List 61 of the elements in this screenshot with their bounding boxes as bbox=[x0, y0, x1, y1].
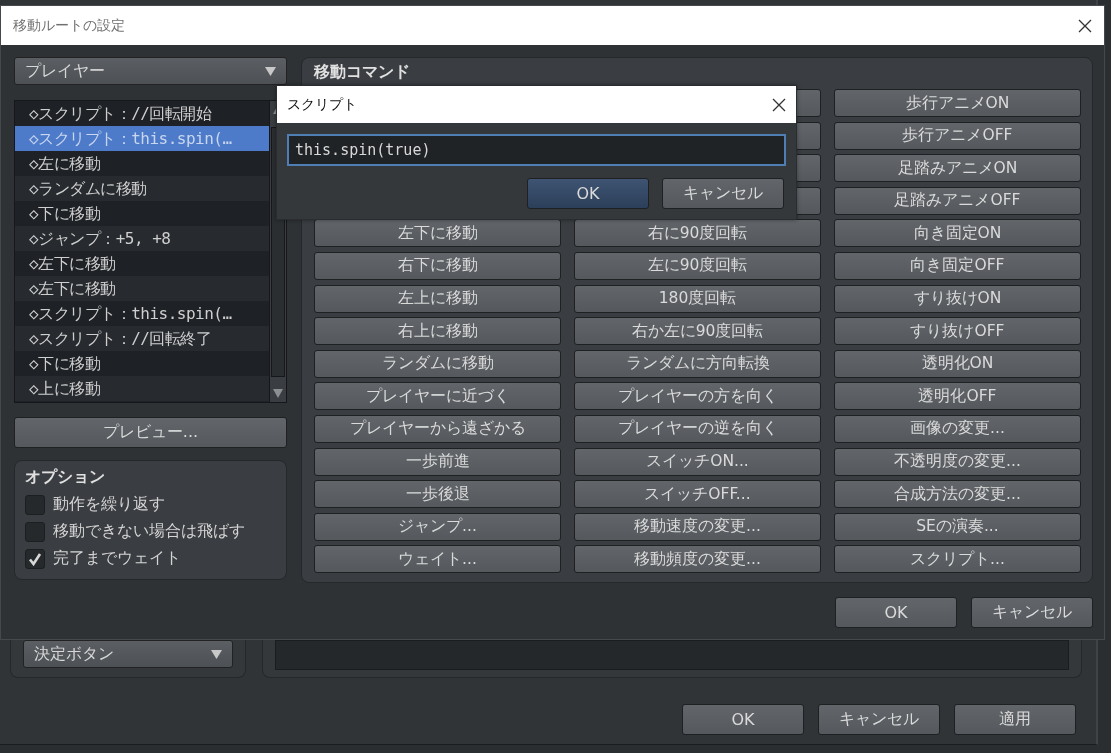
command-button[interactable]: 向き固定OFF bbox=[834, 251, 1081, 280]
window-title: スクリプト bbox=[287, 95, 357, 114]
command-button[interactable]: すり抜けON bbox=[834, 284, 1081, 313]
panel-title: オプション bbox=[25, 467, 106, 488]
command-button[interactable]: スイッチON... bbox=[574, 447, 821, 476]
checkbox-label: 完了までウェイト bbox=[53, 548, 181, 569]
script-input-field[interactable]: this.spin(true) bbox=[287, 134, 786, 166]
command-button[interactable]: スイッチOFF... bbox=[574, 480, 821, 509]
command-button[interactable]: 合成方法の変更... bbox=[834, 480, 1081, 509]
command-button[interactable]: 一歩前進 bbox=[314, 447, 561, 476]
checkbox-label: 動作を繰り返す bbox=[53, 494, 165, 515]
command-button[interactable]: 右に90度回転 bbox=[574, 219, 821, 248]
window-title: 移動ルートの設定 bbox=[13, 16, 125, 35]
dialog-button[interactable]: OK bbox=[527, 178, 649, 209]
command-button[interactable]: 左上に移動 bbox=[314, 284, 561, 313]
command-button[interactable]: 向き固定ON bbox=[834, 219, 1081, 248]
command-button[interactable]: プレイヤーから遠ざかる bbox=[314, 414, 561, 443]
command-button[interactable]: 移動速度の変更... bbox=[574, 512, 821, 541]
dialog-button[interactable]: キャンセル bbox=[662, 178, 784, 209]
command-button[interactable]: 画像の変更... bbox=[834, 414, 1081, 443]
command-button[interactable]: 左下に移動 bbox=[314, 219, 561, 248]
command-button[interactable]: 右か左に90度回転 bbox=[574, 317, 821, 346]
dialog-button[interactable]: OK bbox=[682, 704, 804, 735]
list-item[interactable]: ◇ランダムに移動 bbox=[15, 176, 269, 201]
command-button[interactable]: ランダムに方向転換 bbox=[574, 349, 821, 378]
command-button[interactable]: 左に90度回転 bbox=[574, 251, 821, 280]
command-button[interactable]: 歩行アニメON bbox=[834, 89, 1081, 117]
dialog-button[interactable]: キャンセル bbox=[818, 704, 940, 735]
command-button[interactable]: すり抜けOFF bbox=[834, 317, 1081, 346]
list-item[interactable]: ◇ジャンプ：+5, +8 bbox=[15, 226, 269, 251]
preview-button[interactable]: プレビュー... bbox=[14, 417, 287, 448]
trigger-dropdown[interactable]: 決定ボタン bbox=[23, 640, 233, 668]
command-button[interactable]: ジャンプ... bbox=[314, 512, 561, 541]
command-button[interactable]: プレイヤーに近づく bbox=[314, 382, 561, 411]
command-button[interactable]: 右上に移動 bbox=[314, 317, 561, 346]
command-button[interactable]: 歩行アニメOFF bbox=[834, 121, 1081, 150]
command-button[interactable]: プレイヤーの逆を向く bbox=[574, 414, 821, 443]
command-button[interactable]: SEの演奏... bbox=[834, 512, 1081, 541]
list-item[interactable]: ◇上に移動 bbox=[15, 376, 269, 401]
command-button[interactable]: 足踏みアニメOFF bbox=[834, 186, 1081, 215]
command-button[interactable]: 一歩後退 bbox=[314, 480, 561, 509]
checkbox-label: 移動できない場合は飛ばす bbox=[53, 521, 245, 542]
command-button[interactable]: 右下に移動 bbox=[314, 251, 561, 280]
panel-title: 移動コマンド bbox=[314, 62, 411, 83]
target-dropdown[interactable]: プレイヤー bbox=[14, 57, 287, 85]
list-item[interactable]: ◇スクリプト：//回転終了 bbox=[15, 326, 269, 351]
list-item[interactable]: ◇左下に移動 bbox=[15, 276, 269, 301]
command-button[interactable]: 180度回転 bbox=[574, 284, 821, 313]
dialog-button[interactable]: キャンセル bbox=[971, 597, 1093, 628]
command-button[interactable]: スクリプト... bbox=[834, 545, 1081, 574]
command-button[interactable]: プレイヤーの方を向く bbox=[574, 382, 821, 411]
command-button[interactable]: 移動頻度の変更... bbox=[574, 545, 821, 574]
command-button[interactable]: 足踏みアニメON bbox=[834, 154, 1081, 183]
command-button[interactable]: ランダムに移動 bbox=[314, 349, 561, 378]
command-button[interactable]: 透明化ON bbox=[834, 349, 1081, 378]
list-item[interactable]: ◇スクリプト：this.spin(… bbox=[15, 126, 269, 151]
command-button[interactable]: ウェイト... bbox=[314, 545, 561, 574]
dialog-button[interactable]: OK bbox=[835, 597, 957, 628]
command-button[interactable]: 不透明度の変更... bbox=[834, 447, 1081, 476]
command-button[interactable]: 透明化OFF bbox=[834, 382, 1081, 411]
dialog-button[interactable]: 適用 bbox=[954, 704, 1076, 735]
